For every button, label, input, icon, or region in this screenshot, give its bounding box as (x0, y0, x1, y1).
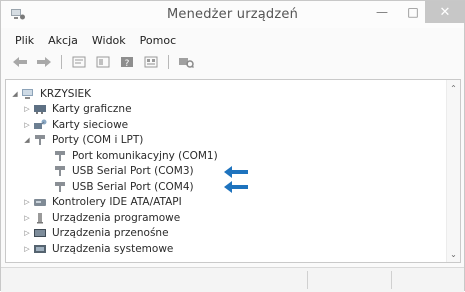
help-icon[interactable]: ? (118, 54, 136, 70)
tree-item-label: Porty (COM i LPT) (52, 134, 144, 147)
status-bar (1, 267, 464, 292)
expand-arrow-icon[interactable]: ▷ (22, 105, 32, 113)
title-bar[interactable]: Menedżer urządzeń — □ ✕ (1, 1, 465, 28)
close-button[interactable]: ✕ (425, 1, 465, 23)
toolbar-separator (168, 55, 169, 69)
toolbar-separator (61, 55, 62, 69)
tree-item-ide-controllers[interactable]: ▷ Kontrolery IDE ATA/ATAPI (6, 195, 446, 211)
minimize-button[interactable]: — (367, 1, 397, 23)
tree-item-label: USB Serial Port (COM4) (72, 180, 194, 193)
tree-item-label: Karty sieciowe (52, 118, 129, 131)
tree-item-label: Urządzenia programowe (52, 211, 181, 224)
view-icon[interactable] (142, 54, 160, 70)
toolbar: ? (1, 51, 464, 73)
port-icon (32, 134, 48, 146)
computer-icon (20, 88, 36, 100)
highlight-arrow-icon (224, 165, 248, 178)
device-tree: ◢ KRZYSIEK ▷ Karty graficzne ▷ Karty sie… (6, 86, 446, 257)
maximize-button[interactable]: □ (398, 1, 428, 23)
tree-item-label: Karty graficzne (52, 103, 132, 116)
menu-bar: Plik Akcja Widok Pomoc (1, 31, 464, 49)
menu-action[interactable]: Akcja (46, 34, 80, 47)
display-adapter-icon (32, 103, 48, 115)
tree-root-label: KRZYSIEK (40, 87, 92, 100)
system-device-icon (32, 243, 48, 255)
software-device-icon (32, 212, 48, 224)
highlight-arrow-icon (224, 181, 248, 193)
status-divider (391, 271, 392, 289)
tree-item-label: Urządzenia systemowe (52, 242, 174, 255)
scan-hardware-icon[interactable] (177, 54, 195, 70)
minimize-icon: — (376, 5, 388, 19)
maximize-icon: □ (407, 5, 419, 19)
port-device-icon (52, 181, 68, 193)
scroll-down-icon[interactable]: ⌄ (447, 248, 460, 260)
properties-icon[interactable] (70, 54, 88, 70)
tree-item-label: Urządzenia przenośne (52, 227, 169, 240)
port-device-icon (52, 150, 68, 162)
close-icon: ✕ (439, 4, 451, 20)
menu-help[interactable]: Pomoc (138, 34, 178, 47)
expand-arrow-icon[interactable]: ▷ (22, 229, 32, 237)
device-tree-pane[interactable]: ◢ KRZYSIEK ▷ Karty graficzne ▷ Karty sie… (5, 79, 461, 263)
expand-arrow-icon[interactable]: ▷ (22, 121, 32, 129)
collapse-arrow-icon[interactable]: ◢ (10, 90, 20, 98)
tree-item-label: Kontrolery IDE ATA/ATAPI (52, 196, 182, 209)
ide-controller-icon (32, 196, 48, 208)
status-divider (307, 271, 308, 289)
tree-item-portable-devices[interactable]: ▷ Urządzenia przenośne (6, 226, 446, 242)
back-icon[interactable] (11, 54, 29, 70)
tree-item-display-adapters[interactable]: ▷ Karty graficzne (6, 102, 446, 118)
vertical-scrollbar[interactable]: ⌃ ⌄ (446, 80, 460, 262)
tree-item-system-devices[interactable]: ▷ Urządzenia systemowe (6, 241, 446, 257)
tree-item-com1[interactable]: Port komunikacyjny (COM1) (6, 148, 446, 164)
expand-arrow-icon[interactable]: ▷ (22, 245, 32, 253)
collapse-arrow-icon[interactable]: ◢ (22, 136, 32, 144)
scroll-up-icon[interactable]: ⌃ (447, 82, 460, 94)
network-adapter-icon (32, 119, 48, 131)
portable-device-icon (32, 227, 48, 239)
expand-arrow-icon[interactable]: ▷ (22, 198, 32, 206)
device-manager-window: Menedżer urządzeń — □ ✕ Plik Akcja Widok… (0, 0, 465, 292)
forward-icon[interactable] (35, 54, 53, 70)
tree-item-label: Port komunikacyjny (COM1) (72, 149, 218, 162)
tree-root[interactable]: ◢ KRZYSIEK (6, 86, 446, 102)
tree-item-ports[interactable]: ◢ Porty (COM i LPT) (6, 133, 446, 149)
tree-item-com4[interactable]: USB Serial Port (COM4) (6, 179, 446, 195)
port-device-icon (52, 165, 68, 177)
menu-file[interactable]: Plik (13, 34, 36, 47)
tree-item-network-adapters[interactable]: ▷ Karty sieciowe (6, 117, 446, 133)
tree-item-label: USB Serial Port (COM3) (72, 165, 194, 178)
svg-text:?: ? (125, 59, 130, 68)
expand-arrow-icon[interactable]: ▷ (22, 214, 32, 222)
tree-item-com3[interactable]: USB Serial Port (COM3) (6, 164, 446, 180)
show-hide-console-tree-icon[interactable] (94, 54, 112, 70)
menu-view[interactable]: Widok (90, 34, 128, 47)
tree-item-software-devices[interactable]: ▷ Urządzenia programowe (6, 210, 446, 226)
